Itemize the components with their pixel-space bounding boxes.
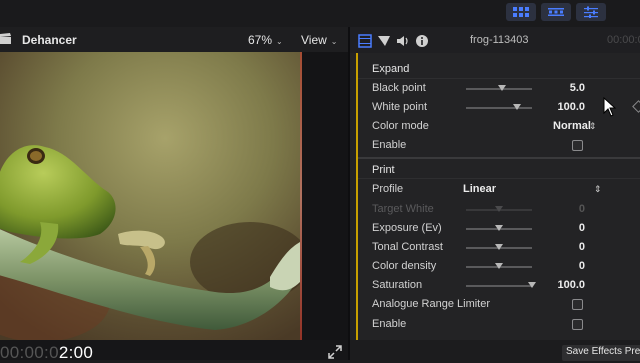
saturation-label: Saturation: [372, 279, 423, 291]
sliders-button[interactable]: [576, 3, 606, 21]
saturation-slider[interactable]: [466, 285, 532, 287]
grid-layout-icon: [513, 7, 529, 17]
tonal-contrast-value[interactable]: 0: [535, 241, 585, 253]
film-icon[interactable]: [358, 34, 372, 48]
clip-name: frog-113403: [470, 34, 529, 46]
chevron-down-icon: ⌄: [276, 37, 283, 46]
section-expand-title[interactable]: Expand: [372, 63, 409, 75]
grid-layout-button[interactable]: [506, 3, 536, 21]
video-viewer[interactable]: [0, 52, 348, 340]
exposure-value[interactable]: 0: [535, 222, 585, 234]
updown-chevron-icon: ⇕: [589, 121, 597, 131]
speaker-icon[interactable]: [396, 34, 410, 48]
white-point-slider[interactable]: [466, 107, 532, 109]
section-print-title[interactable]: Print: [372, 164, 395, 176]
white-point-label: White point: [372, 101, 428, 113]
sliders-icon: [584, 6, 598, 18]
black-point-value[interactable]: 5.0: [535, 82, 585, 94]
row-divider: [358, 178, 640, 179]
view-label: View: [301, 33, 327, 47]
white-point-value[interactable]: 100.0: [535, 101, 585, 113]
timecode-display: 00:00:02:00: [0, 343, 93, 363]
filmstrip-layout-button[interactable]: [541, 3, 571, 21]
profile-label: Profile: [372, 183, 404, 195]
row-divider: [358, 78, 640, 79]
zoom-value: 67%: [248, 33, 273, 47]
exposure-label: Exposure (Ev): [372, 222, 442, 234]
analogue-range-limiter-label: Analogue Range Limiter: [372, 298, 491, 310]
expand-enable-label: Enable: [372, 139, 407, 151]
black-point-knob[interactable]: [498, 85, 507, 91]
filter-icon[interactable]: [377, 34, 391, 48]
view-menu[interactable]: View ⌄: [301, 33, 338, 47]
save-effects-preset-button[interactable]: Save Effects Preset: [562, 345, 640, 361]
print-enable-checkbox[interactable]: [572, 319, 583, 330]
color-mode-popup[interactable]: Normal: [553, 120, 591, 132]
tonal-contrast-knob[interactable]: [495, 244, 503, 250]
target-white-knob: [495, 206, 503, 212]
viewer-title: Dehancer: [22, 33, 77, 47]
chevron-down-icon: ⌄: [330, 37, 338, 46]
analogue-range-limiter-checkbox[interactable]: [572, 299, 583, 310]
frame-edge: [300, 52, 302, 340]
zoom-menu[interactable]: 67% ⌄: [248, 33, 283, 47]
section-divider: [358, 157, 640, 159]
color-density-value[interactable]: 0: [535, 260, 585, 272]
white-point-knob[interactable]: [513, 104, 522, 110]
exposure-knob[interactable]: [495, 225, 503, 231]
saturation-value[interactable]: 100.0: [535, 279, 585, 291]
target-white-label: Target White: [372, 203, 434, 215]
timecode-prefix: 00:00:0: [0, 343, 59, 362]
frog-video-frame: [0, 52, 300, 340]
color-density-label: Color density: [372, 260, 437, 272]
color-mode-label: Color mode: [372, 120, 429, 132]
timecode-value: 2:00: [58, 343, 94, 362]
fullscreen-icon[interactable]: [328, 345, 342, 359]
effect-accent-bar: [356, 53, 358, 340]
viewer-header: Dehancer 67% ⌄ View ⌄: [0, 27, 348, 53]
mouse-pointer-icon: [603, 97, 617, 117]
filmstrip-layout-icon: [548, 8, 564, 16]
tonal-contrast-label: Tonal Contrast: [372, 241, 443, 253]
expand-enable-checkbox[interactable]: [572, 140, 583, 151]
target-white-value: 0: [578, 203, 585, 215]
black-point-label: Black point: [372, 82, 426, 94]
profile-popup[interactable]: Linear: [463, 183, 496, 195]
color-density-knob[interactable]: [495, 263, 503, 269]
info-icon[interactable]: [415, 34, 429, 48]
inspector-timecode: 00:00:0: [607, 34, 640, 46]
updown-chevron-icon[interactable]: ⇕: [594, 184, 602, 195]
clapperboard-icon: [0, 33, 11, 44]
print-enable-label: Enable: [372, 318, 407, 330]
